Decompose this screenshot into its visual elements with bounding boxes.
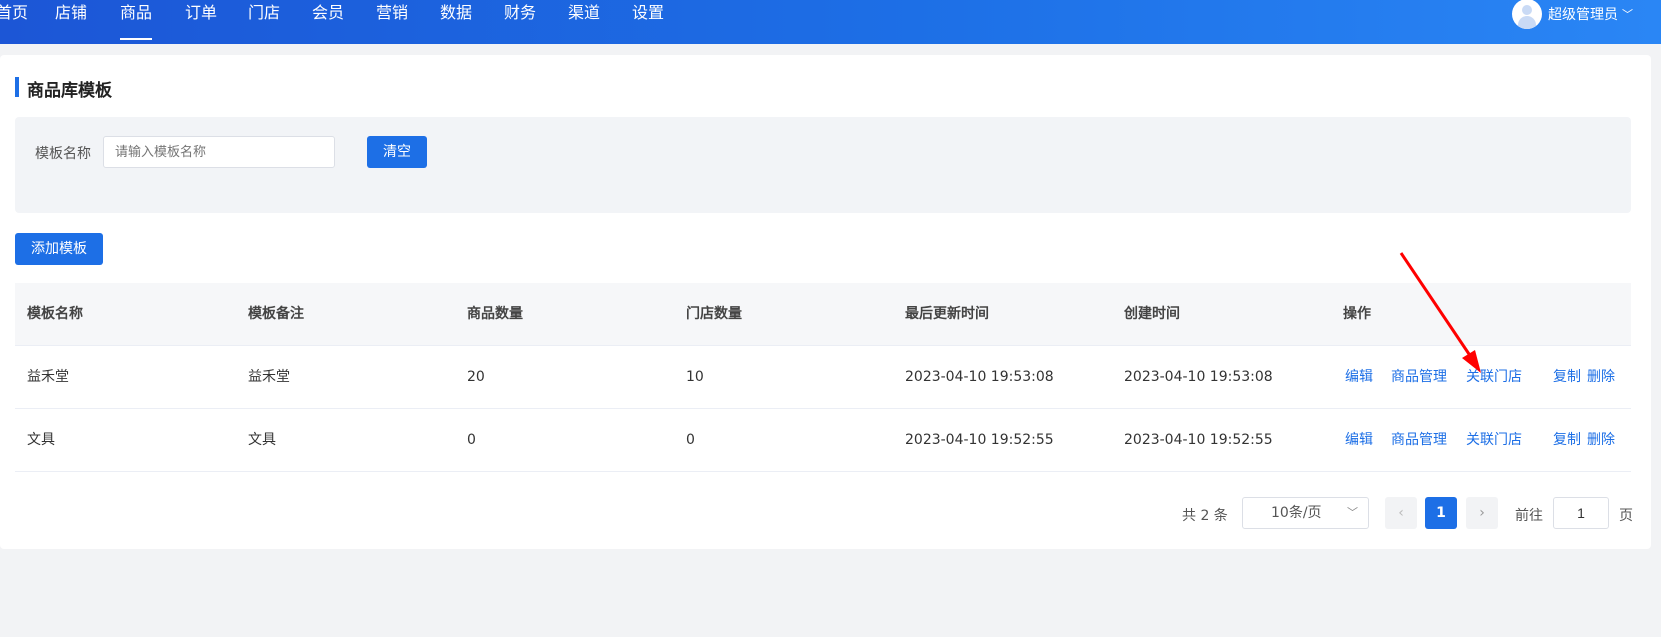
cell-store-count: 10 (686, 369, 704, 385)
cell-remark: 文具 (248, 432, 276, 448)
nav-item-orders[interactable]: 订单 (185, 0, 217, 44)
filter-panel: 模板名称 清空 (15, 117, 1631, 213)
nav-item-marketing[interactable]: 营销 (376, 0, 408, 44)
cell-store-count: 0 (686, 432, 695, 448)
cell-remark: 益禾堂 (248, 369, 290, 385)
page-unit-label: 页 (1619, 508, 1633, 524)
link-stores-link[interactable]: 关联门店 (1466, 409, 1522, 472)
goto-label: 前往 (1515, 508, 1543, 524)
page-title: 商品库模板 (27, 81, 112, 101)
column-header-created: 创建时间 (1124, 306, 1180, 322)
link-stores-link[interactable]: 关联门店 (1466, 346, 1522, 409)
column-header-remark: 模板备注 (248, 306, 304, 322)
page-size-select[interactable]: 10条/页 ﹀ (1242, 497, 1369, 529)
user-name: 超级管理员 (1548, 7, 1618, 23)
next-page-button[interactable]: › (1466, 497, 1498, 529)
clear-button[interactable]: 清空 (367, 136, 427, 168)
cell-goods-count: 0 (467, 432, 476, 448)
delete-link[interactable]: 删除 (1587, 346, 1615, 409)
manage-goods-link[interactable]: 商品管理 (1391, 409, 1447, 472)
edit-link[interactable]: 编辑 (1345, 409, 1373, 472)
cell-updated: 2023-04-10 19:53:08 (905, 369, 1054, 385)
goto-page-input[interactable] (1553, 497, 1609, 529)
template-name-input[interactable] (103, 136, 335, 168)
title-accent-bar (15, 77, 19, 97)
column-header-updated: 最后更新时间 (905, 306, 989, 322)
nav-item-shop[interactable]: 店铺 (55, 0, 87, 44)
table-row: 益禾堂 益禾堂 20 10 2023-04-10 19:53:08 2023-0… (15, 346, 1631, 409)
nav-item-data[interactable]: 数据 (440, 0, 472, 44)
copy-link[interactable]: 复制 (1553, 409, 1581, 472)
nav-item-channels[interactable]: 渠道 (568, 0, 600, 44)
cell-created: 2023-04-10 19:53:08 (1124, 369, 1273, 385)
chevron-down-icon: ﹀ (1622, 8, 1633, 21)
template-name-label: 模板名称 (35, 146, 91, 162)
table-header: 模板名称 模板备注 商品数量 门店数量 最后更新时间 创建时间 操作 (15, 283, 1631, 346)
delete-link[interactable]: 删除 (1587, 409, 1615, 472)
avatar (1512, 0, 1542, 29)
cell-name: 益禾堂 (27, 369, 69, 385)
cell-name: 文具 (27, 432, 55, 448)
top-navigation-bar: 首页 店铺 商品 订单 门店 会员 营销 数据 财务 渠道 设置 超级管理员 ﹀ (0, 0, 1661, 44)
edit-link[interactable]: 编辑 (1345, 346, 1373, 409)
page-number-current[interactable]: 1 (1425, 497, 1457, 529)
column-header-name: 模板名称 (27, 306, 83, 322)
copy-link[interactable]: 复制 (1553, 346, 1581, 409)
pagination: 共 2 条 10条/页 ﹀ ‹ 1 › 前往 页 (0, 497, 1661, 531)
cell-updated: 2023-04-10 19:52:55 (905, 432, 1054, 448)
nav-item-stores[interactable]: 门店 (248, 0, 280, 44)
chevron-down-icon: ﹀ (1347, 506, 1358, 519)
manage-goods-link[interactable]: 商品管理 (1391, 346, 1447, 409)
column-header-actions: 操作 (1343, 306, 1371, 322)
table-row: 文具 文具 0 0 2023-04-10 19:52:55 2023-04-10… (15, 409, 1631, 472)
cell-created: 2023-04-10 19:52:55 (1124, 432, 1273, 448)
column-header-goods-count: 商品数量 (467, 306, 523, 322)
total-count: 共 2 条 (1182, 508, 1228, 524)
column-header-store-count: 门店数量 (686, 306, 742, 322)
user-menu[interactable]: 超级管理员 ﹀ (1512, 0, 1633, 29)
nav-item-home[interactable]: 首页 (0, 0, 28, 44)
page-size-value: 10条/页 (1271, 505, 1322, 521)
add-template-button[interactable]: 添加模板 (15, 233, 103, 265)
template-table: 模板名称 模板备注 商品数量 门店数量 最后更新时间 创建时间 操作 益禾堂 益… (15, 283, 1631, 472)
nav-item-settings[interactable]: 设置 (632, 0, 664, 44)
nav-item-goods[interactable]: 商品 (120, 0, 153, 44)
nav-item-finance[interactable]: 财务 (504, 0, 536, 44)
cell-goods-count: 20 (467, 369, 485, 385)
prev-page-button[interactable]: ‹ (1385, 497, 1417, 529)
main-card: 商品库模板 模板名称 清空 添加模板 模板名称 模板备注 商品数量 门店数量 最… (0, 55, 1651, 549)
nav-item-members[interactable]: 会员 (312, 0, 344, 44)
